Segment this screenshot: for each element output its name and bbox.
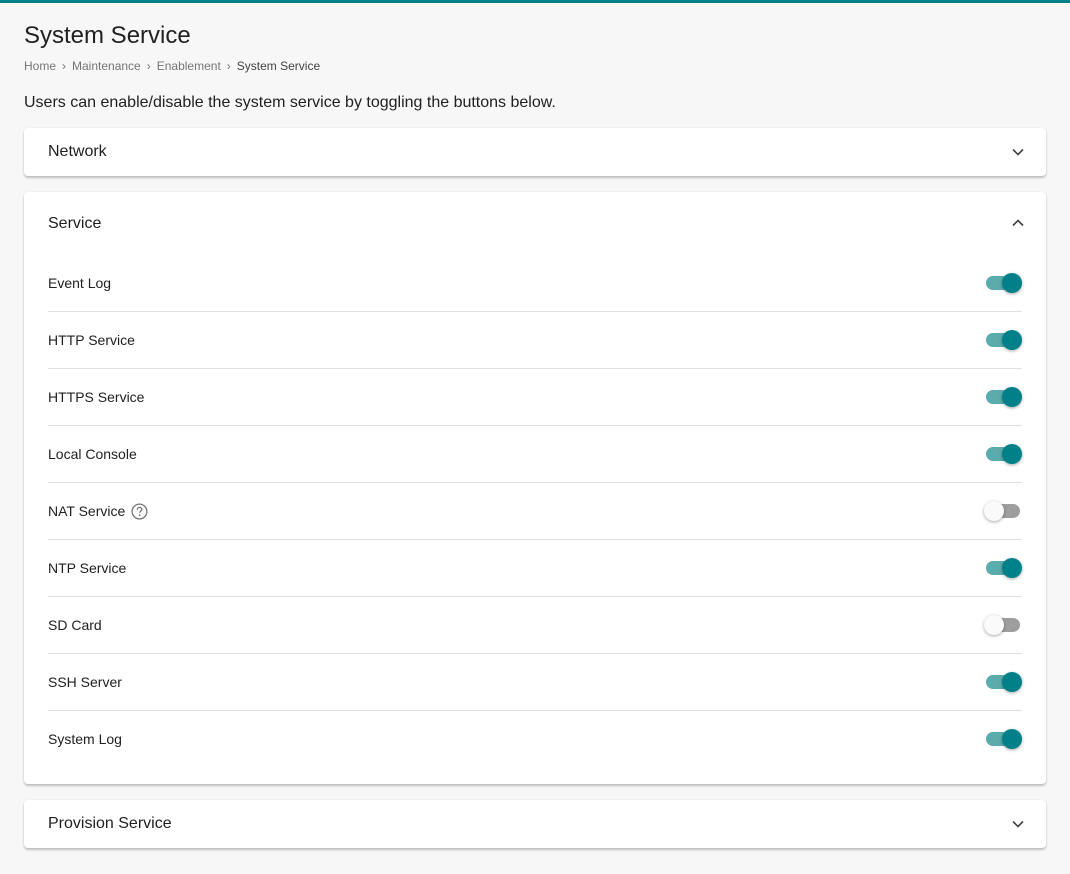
provision-panel-title: Provision Service: [48, 815, 172, 832]
local-console-toggle[interactable]: [986, 443, 1022, 465]
service-label: SSH Server: [48, 674, 122, 690]
chevron-up-icon: [1010, 215, 1026, 231]
network-panel-header[interactable]: Network: [24, 128, 1046, 176]
service-row-ssh: SSH Server: [48, 654, 1022, 711]
service-label: SD Card: [48, 617, 102, 633]
ssh-server-toggle[interactable]: [986, 671, 1022, 693]
event-log-toggle[interactable]: [986, 272, 1022, 294]
breadcrumb-maintenance[interactable]: Maintenance: [72, 59, 141, 73]
breadcrumb-enablement[interactable]: Enablement: [157, 59, 221, 73]
service-row-system-log: System Log: [48, 711, 1022, 768]
service-label: System Log: [48, 731, 122, 747]
sd-card-toggle[interactable]: [984, 614, 1022, 636]
provision-panel: Provision Service: [24, 800, 1046, 848]
service-label-wrap: NAT Service: [48, 483, 148, 539]
service-row-sd-card: SD Card: [48, 597, 1022, 654]
breadcrumb-home[interactable]: Home: [24, 59, 56, 73]
chevron-down-icon: [1010, 144, 1026, 160]
service-row-http: HTTP Service: [48, 312, 1022, 369]
chevron-down-icon: [1010, 816, 1026, 832]
service-list: Event Log HTTP Service HTTPS Service Loc…: [48, 255, 1022, 768]
service-row-https: HTTPS Service: [48, 369, 1022, 426]
top-accent-bar: [0, 0, 1070, 3]
service-label: HTTPS Service: [48, 389, 145, 405]
service-panel-header[interactable]: Service: [24, 192, 1046, 255]
breadcrumb-current: System Service: [236, 59, 321, 73]
nat-service-toggle[interactable]: [984, 500, 1022, 522]
http-service-toggle[interactable]: [986, 329, 1022, 351]
page-title: System Service: [24, 22, 191, 49]
service-panel: Service Event Log HTTP Service HTTPS Ser…: [24, 192, 1046, 784]
ntp-service-toggle[interactable]: [986, 557, 1022, 579]
chevron-right-icon: ›: [146, 59, 151, 73]
page-description: Users can enable/disable the system serv…: [24, 94, 556, 111]
service-label: NTP Service: [48, 560, 127, 576]
system-log-toggle[interactable]: [986, 728, 1022, 750]
service-label: Event Log: [48, 275, 112, 291]
help-circle-icon[interactable]: [130, 502, 148, 520]
service-label: Local Console: [48, 446, 137, 462]
service-label: HTTP Service: [48, 332, 135, 348]
service-row-local-console: Local Console: [48, 426, 1022, 483]
service-panel-title: Service: [48, 215, 102, 232]
network-panel: Network: [24, 128, 1046, 176]
chevron-right-icon: ›: [226, 59, 231, 73]
service-row-nat: NAT Service: [48, 483, 1022, 540]
breadcrumb: Home › Maintenance › Enablement › System…: [24, 58, 320, 74]
provision-panel-header[interactable]: Provision Service: [24, 800, 1046, 848]
chevron-right-icon: ›: [62, 59, 67, 73]
service-row-event-log: Event Log: [48, 255, 1022, 312]
network-panel-title: Network: [48, 143, 107, 160]
service-label: NAT Service: [48, 503, 126, 519]
service-row-ntp: NTP Service: [48, 540, 1022, 597]
https-service-toggle[interactable]: [986, 386, 1022, 408]
